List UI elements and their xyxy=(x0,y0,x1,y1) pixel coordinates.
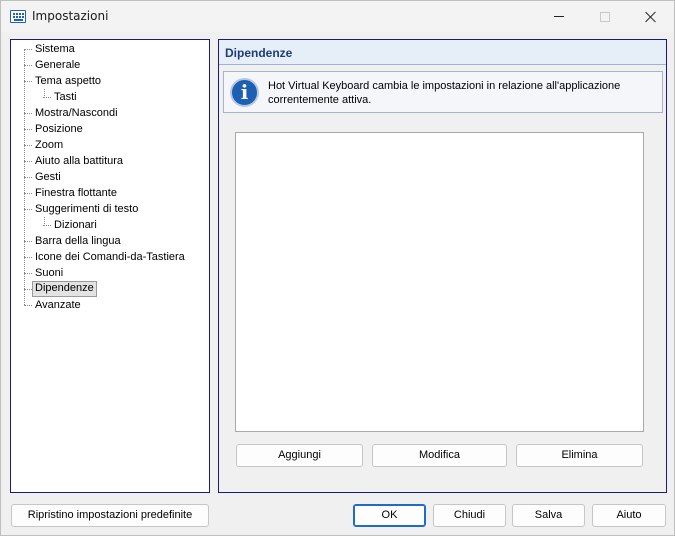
info-text-line-1: Hot Virtual Keyboard cambia le impostazi… xyxy=(268,80,621,92)
dependencies-panel: Dipendenze i Hot Virtual Keyboard cambia… xyxy=(218,39,667,493)
tree-item-icone-comandi[interactable]: Icone dei Comandi-da-Tastiera xyxy=(24,250,187,264)
keyboard-icon xyxy=(10,10,26,23)
tree-item-aiuto-battitura[interactable]: Aiuto alla battitura xyxy=(23,154,125,168)
minimize-button[interactable] xyxy=(536,1,582,32)
save-button[interactable]: Salva xyxy=(512,504,585,527)
tree-item-mostra-nascondi[interactable]: Mostra/Nascondi xyxy=(24,106,120,120)
maximize-icon xyxy=(600,11,610,22)
tree-item-dizionari[interactable]: Dizionari xyxy=(43,218,99,232)
settings-tree[interactable]: Sistema Generale Tema aspetto Tasti Most… xyxy=(10,39,210,493)
delete-button[interactable]: Elimina xyxy=(516,444,643,467)
tree-item-posizione[interactable]: Posizione xyxy=(24,122,85,136)
tree-connector-sub xyxy=(44,89,45,96)
tree-item-barra-lingua[interactable]: Barra della lingua xyxy=(24,234,123,248)
tree-item-suggerimenti-testo[interactable]: Suggerimenti di testo xyxy=(23,202,140,216)
tree-item-generale[interactable]: Generale xyxy=(23,58,82,72)
window-title: Impostazioni xyxy=(32,9,109,23)
settings-window: Impostazioni Sistema Generale Tema aspet… xyxy=(0,0,675,536)
info-box: i Hot Virtual Keyboard cambia le imposta… xyxy=(223,71,663,113)
info-text-line-2: correntemente attiva. xyxy=(268,94,372,106)
panel-title: Dipendenze xyxy=(225,46,293,60)
tree-item-suoni[interactable]: Suoni xyxy=(23,266,65,280)
title-bar: Impostazioni xyxy=(1,1,674,32)
tree-item-tema-aspetto[interactable]: Tema aspetto xyxy=(23,74,103,88)
panel-header: Dipendenze xyxy=(219,40,666,65)
close-icon xyxy=(645,11,657,23)
minimize-icon xyxy=(554,16,564,17)
edit-button[interactable]: Modifica xyxy=(372,444,507,467)
ok-button[interactable]: OK xyxy=(353,504,426,527)
add-button[interactable]: Aggiungi xyxy=(236,444,363,467)
tree-connector-sub xyxy=(44,217,45,224)
tree-item-sistema[interactable]: Sistema xyxy=(24,42,77,56)
dependencies-list[interactable] xyxy=(235,132,644,432)
help-button[interactable]: Aiuto xyxy=(592,504,666,527)
close-button[interactable] xyxy=(628,1,674,32)
tree-item-finestra-flottante[interactable]: Finestra flottante xyxy=(24,186,119,200)
tree-item-zoom[interactable]: Zoom xyxy=(23,138,65,152)
tree-item-dipendenze[interactable]: Dipendenze xyxy=(24,281,97,297)
maximize-button[interactable] xyxy=(582,1,628,32)
tree-item-avanzate[interactable]: Avanzate xyxy=(24,298,83,312)
tree-item-gesti[interactable]: Gesti xyxy=(24,170,63,184)
info-text: Hot Virtual Keyboard cambia le impostazi… xyxy=(268,79,658,107)
reset-defaults-button[interactable]: Ripristino impostazioni predefinite xyxy=(11,504,209,527)
info-icon: i xyxy=(230,78,259,107)
close-dialog-button[interactable]: Chiudi xyxy=(433,504,506,527)
tree-item-tasti[interactable]: Tasti xyxy=(43,90,79,104)
